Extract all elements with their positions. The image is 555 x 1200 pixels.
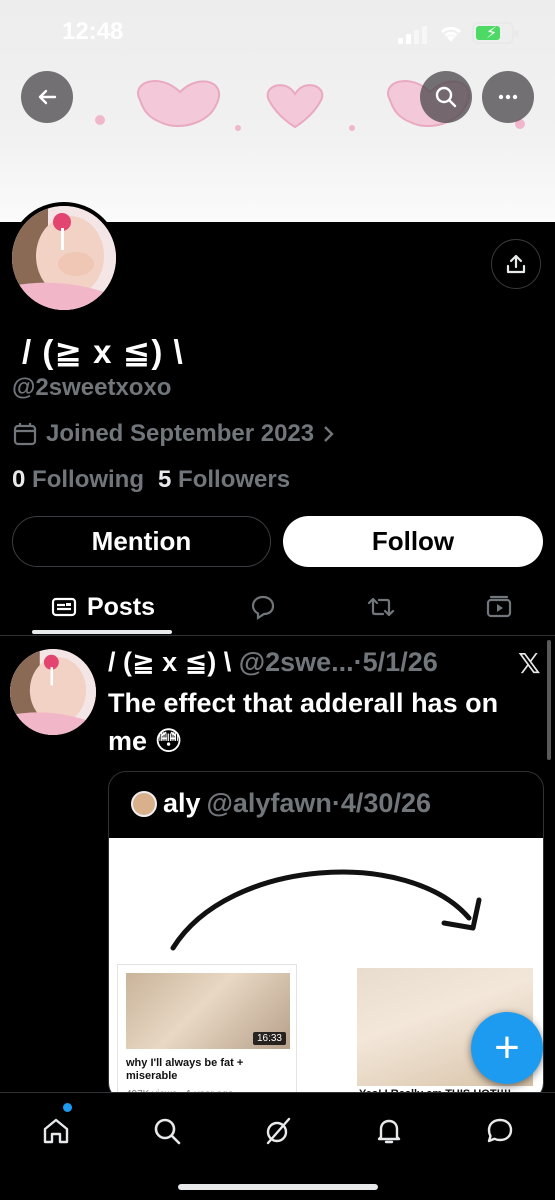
wifi-icon [440, 26, 462, 42]
nav-home[interactable] [36, 1111, 76, 1151]
follow-button[interactable]: Follow [283, 516, 543, 567]
back-button[interactable] [21, 71, 73, 123]
x-logo-icon: 𝕏 [518, 648, 541, 679]
more-icon [498, 94, 518, 100]
post-item[interactable]: / (≧ x ≦) \ @2swe...·5/1/26 𝕏 The effect… [0, 637, 555, 1101]
repost-icon [367, 597, 395, 617]
search-icon [154, 1118, 181, 1145]
quoted-post-header: aly @alyfawn·4/30/26 [131, 788, 431, 819]
avatar-image [12, 206, 116, 310]
post-author-avatar[interactable] [10, 649, 96, 735]
tab-posts[interactable]: Posts [32, 578, 174, 636]
home-icon [43, 1118, 69, 1144]
post-author-name[interactable]: / (≧ x ≦) \ [108, 647, 231, 677]
nav-messages[interactable] [480, 1111, 520, 1151]
nav-notifications[interactable] [369, 1111, 409, 1151]
status-time: 12:48 [62, 18, 124, 45]
share-icon [506, 254, 526, 274]
calendar-icon [13, 423, 37, 446]
followers-label: Followers [178, 466, 291, 493]
quoted-author-handle-date: @alyfawn·4/30/26 [206, 788, 431, 818]
joined-date[interactable]: Joined September 2023 [12, 420, 336, 448]
cell-signal-icon [398, 26, 427, 44]
following-label: Following [32, 466, 145, 493]
followers-count: 5 [158, 466, 172, 493]
avatar-image [10, 649, 96, 735]
battery-icon: ⚡ [472, 22, 518, 44]
video-icon [486, 595, 512, 618]
scrollbar[interactable] [547, 640, 551, 760]
profile-display-name: / (≧ x ≦) \ [22, 333, 184, 370]
message-icon [487, 1118, 513, 1143]
quoted-author-avatar [131, 790, 157, 817]
tab-media[interactable] [476, 578, 522, 636]
curved-arrow-icon [170, 869, 482, 951]
nav-search[interactable] [147, 1111, 187, 1151]
search-button[interactable] [420, 71, 472, 123]
follow-stats: 0 Following 5 Followers [12, 466, 290, 494]
following-count: 0 [12, 466, 26, 493]
joined-text: Joined September 2023 [46, 420, 315, 447]
post-text: The effect that adderall has on me 😳 [108, 688, 499, 756]
quoted-author-name: aly [163, 788, 201, 818]
video-thumbnail-card: 16:33 why I'll always be fat + miserable… [117, 964, 297, 1100]
tab-reposts[interactable] [358, 578, 404, 636]
chevron-right-icon [324, 426, 334, 442]
home-indicator[interactable] [178, 1184, 378, 1190]
profile-tabs: Posts [0, 578, 555, 636]
share-button[interactable] [491, 239, 541, 289]
following-link[interactable]: 0 Following [12, 466, 144, 494]
bell-icon [377, 1119, 401, 1144]
back-arrow-icon [38, 89, 57, 105]
status-bar: 12:48 ⚡ [0, 0, 555, 64]
profile-avatar[interactable] [8, 202, 120, 314]
nav-grok[interactable] [258, 1111, 298, 1151]
compose-post-button[interactable]: + [471, 1012, 543, 1084]
active-tab-indicator [32, 630, 172, 634]
reply-icon [251, 595, 275, 621]
home-notification-dot [63, 1103, 72, 1112]
video-title: why I'll always be fat + miserable [126, 1057, 244, 1083]
post-author-handle-date[interactable]: @2swe...·5/1/26 [239, 647, 438, 677]
more-options-button[interactable] [482, 71, 534, 123]
followers-link[interactable]: 5 Followers [158, 466, 290, 494]
profile-handle: @2sweetxoxo [12, 374, 172, 401]
post-header: / (≧ x ≦) \ @2swe...·5/1/26 [108, 647, 508, 678]
grok-icon [266, 1117, 291, 1145]
video-duration: 16:33 [252, 1032, 286, 1045]
posts-icon [51, 597, 77, 617]
mention-button[interactable]: Mention [12, 516, 271, 567]
tab-replies[interactable] [240, 578, 286, 636]
video-thumbnail-image: 16:33 [126, 973, 290, 1049]
tab-posts-label: Posts [86, 592, 156, 621]
search-icon [435, 86, 457, 108]
